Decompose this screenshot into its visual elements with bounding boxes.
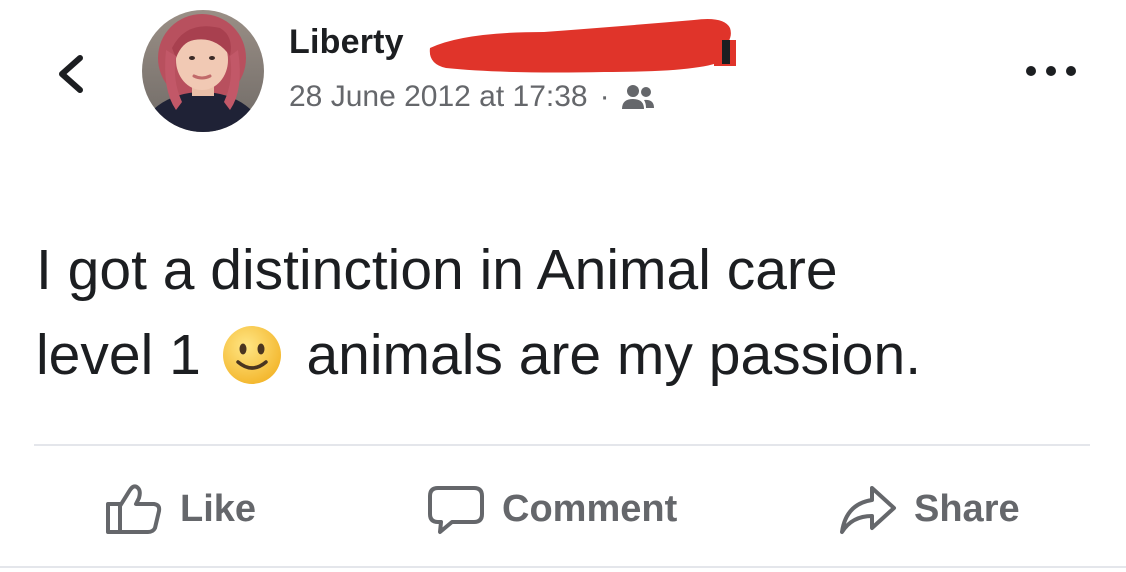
post-meta: 28 June 2012 at 17:38 · [289, 80, 656, 113]
thumbs-up-icon [106, 484, 162, 534]
chevron-left-icon [59, 55, 83, 93]
post-actions: Like Comment Share [0, 476, 1126, 542]
post-text-segment-1: level 1 [36, 323, 201, 387]
post-timestamp[interactable]: 28 June 2012 at 17:38 [289, 80, 588, 113]
author-name[interactable]: Liberty [289, 23, 404, 61]
redaction-mark [429, 19, 736, 73]
share-arrow-icon [840, 486, 896, 534]
post-text: I got a distinction in Animal care level… [36, 228, 1096, 398]
more-horizontal-icon [1026, 66, 1076, 76]
share-label: Share [914, 487, 1020, 530]
comment-bubble-icon [428, 486, 484, 534]
comment-label: Comment [502, 487, 678, 530]
like-label: Like [180, 487, 257, 530]
share-button[interactable]: Share [838, 476, 1020, 542]
comment-button[interactable]: Comment [426, 476, 677, 542]
avatar[interactable] [142, 10, 264, 132]
more-options-button[interactable] [1020, 56, 1082, 86]
post-text-line-2: level 1 animals are my passion. [36, 313, 1096, 398]
divider [34, 444, 1090, 446]
back-button[interactable] [46, 44, 96, 104]
bottom-divider [0, 566, 1126, 568]
avatar-image [142, 10, 264, 132]
meta-separator: · [599, 80, 610, 113]
like-button[interactable]: Like [104, 476, 256, 542]
slightly-smiling-face-icon [222, 326, 281, 384]
post-text-line-1: I got a distinction in Animal care [36, 238, 838, 302]
friends-icon[interactable] [620, 82, 656, 112]
post-text-segment-2: animals are my passion. [306, 323, 922, 387]
